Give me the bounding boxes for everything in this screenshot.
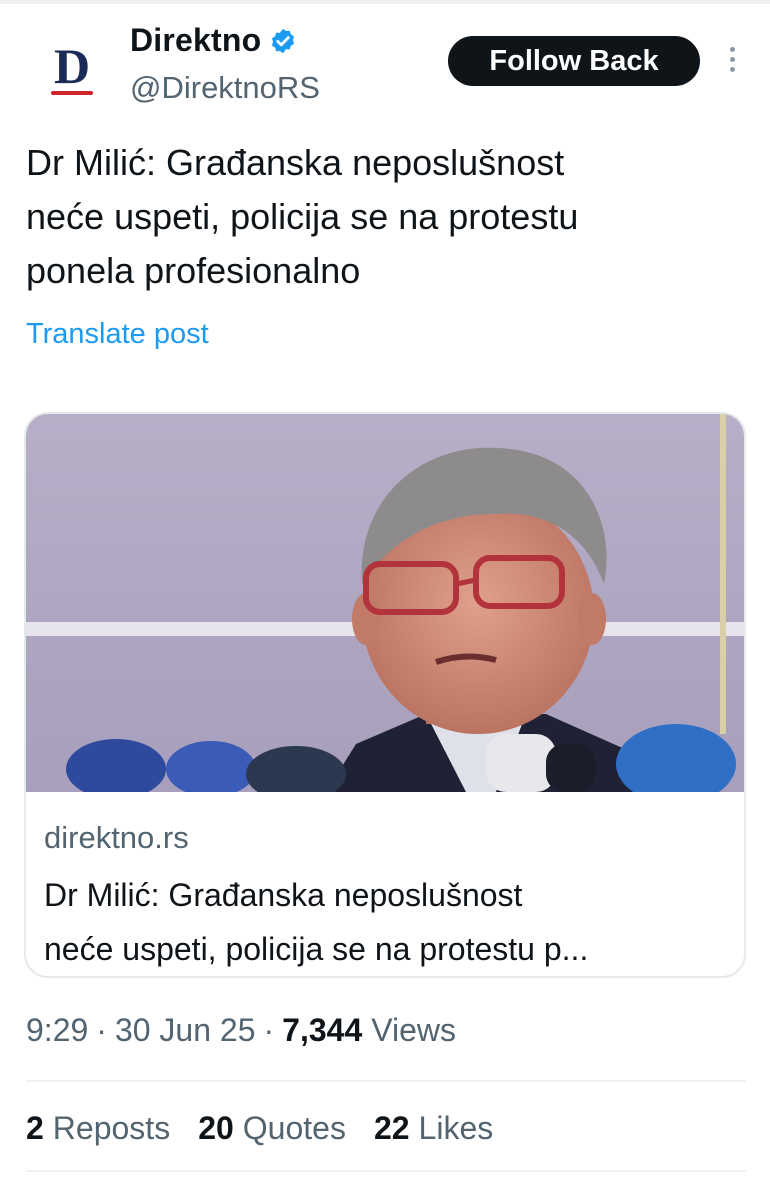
views-count: 7,344 — [282, 1012, 363, 1048]
divider — [26, 1080, 746, 1082]
handle[interactable]: @DirektnoRS — [130, 70, 320, 106]
display-name[interactable]: Direktno — [130, 22, 261, 59]
meta-separator: · — [263, 1012, 275, 1048]
more-vertical-icon[interactable] — [722, 42, 742, 82]
post-date[interactable]: 30 Jun 25 — [115, 1012, 256, 1049]
avatar[interactable]: D — [26, 20, 118, 112]
likes-stat[interactable]: 22 Likes — [374, 1110, 493, 1147]
follow-back-button[interactable]: Follow Back — [448, 36, 700, 86]
likes-label: Likes — [418, 1110, 494, 1146]
logo-underline — [51, 91, 93, 95]
verified-badge-icon — [272, 28, 295, 53]
quotes-label: Quotes — [242, 1110, 346, 1146]
post-time[interactable]: 9:29 — [26, 1012, 88, 1049]
likes-count: 22 — [373, 1110, 410, 1146]
engagement-stats: 2 Reposts 20 Quotes 22 Likes — [26, 1110, 521, 1147]
meta-separator: · — [96, 1012, 107, 1048]
views-label: Views — [371, 1012, 457, 1048]
reposts-label: Reposts — [52, 1110, 171, 1146]
quotes-stat[interactable]: 20 Quotes — [198, 1110, 346, 1147]
reposts-stat[interactable]: 2 Reposts — [26, 1110, 170, 1147]
divider — [26, 1170, 746, 1172]
name-row: Direktno — [130, 22, 297, 59]
top-separator — [0, 0, 770, 4]
card-title: Dr Milić: Građanska neposlušnost neće us… — [44, 877, 589, 967]
link-card[interactable]: direktno.rs Dr Milić: Građanska neposluš… — [24, 412, 746, 978]
quotes-count: 20 — [198, 1110, 234, 1146]
post-meta: 9:29 · 30 Jun 25 · 7,344 Views — [26, 1012, 456, 1049]
translate-post-link[interactable]: Translate post — [26, 318, 209, 351]
post-text: Dr Milić: Građanska neposlušnost neće us… — [26, 142, 579, 291]
article-photo — [26, 414, 744, 792]
logo-letter: D — [53, 38, 91, 94]
card-domain: direktno.rs — [44, 820, 189, 855]
reposts-count: 2 — [26, 1110, 44, 1146]
